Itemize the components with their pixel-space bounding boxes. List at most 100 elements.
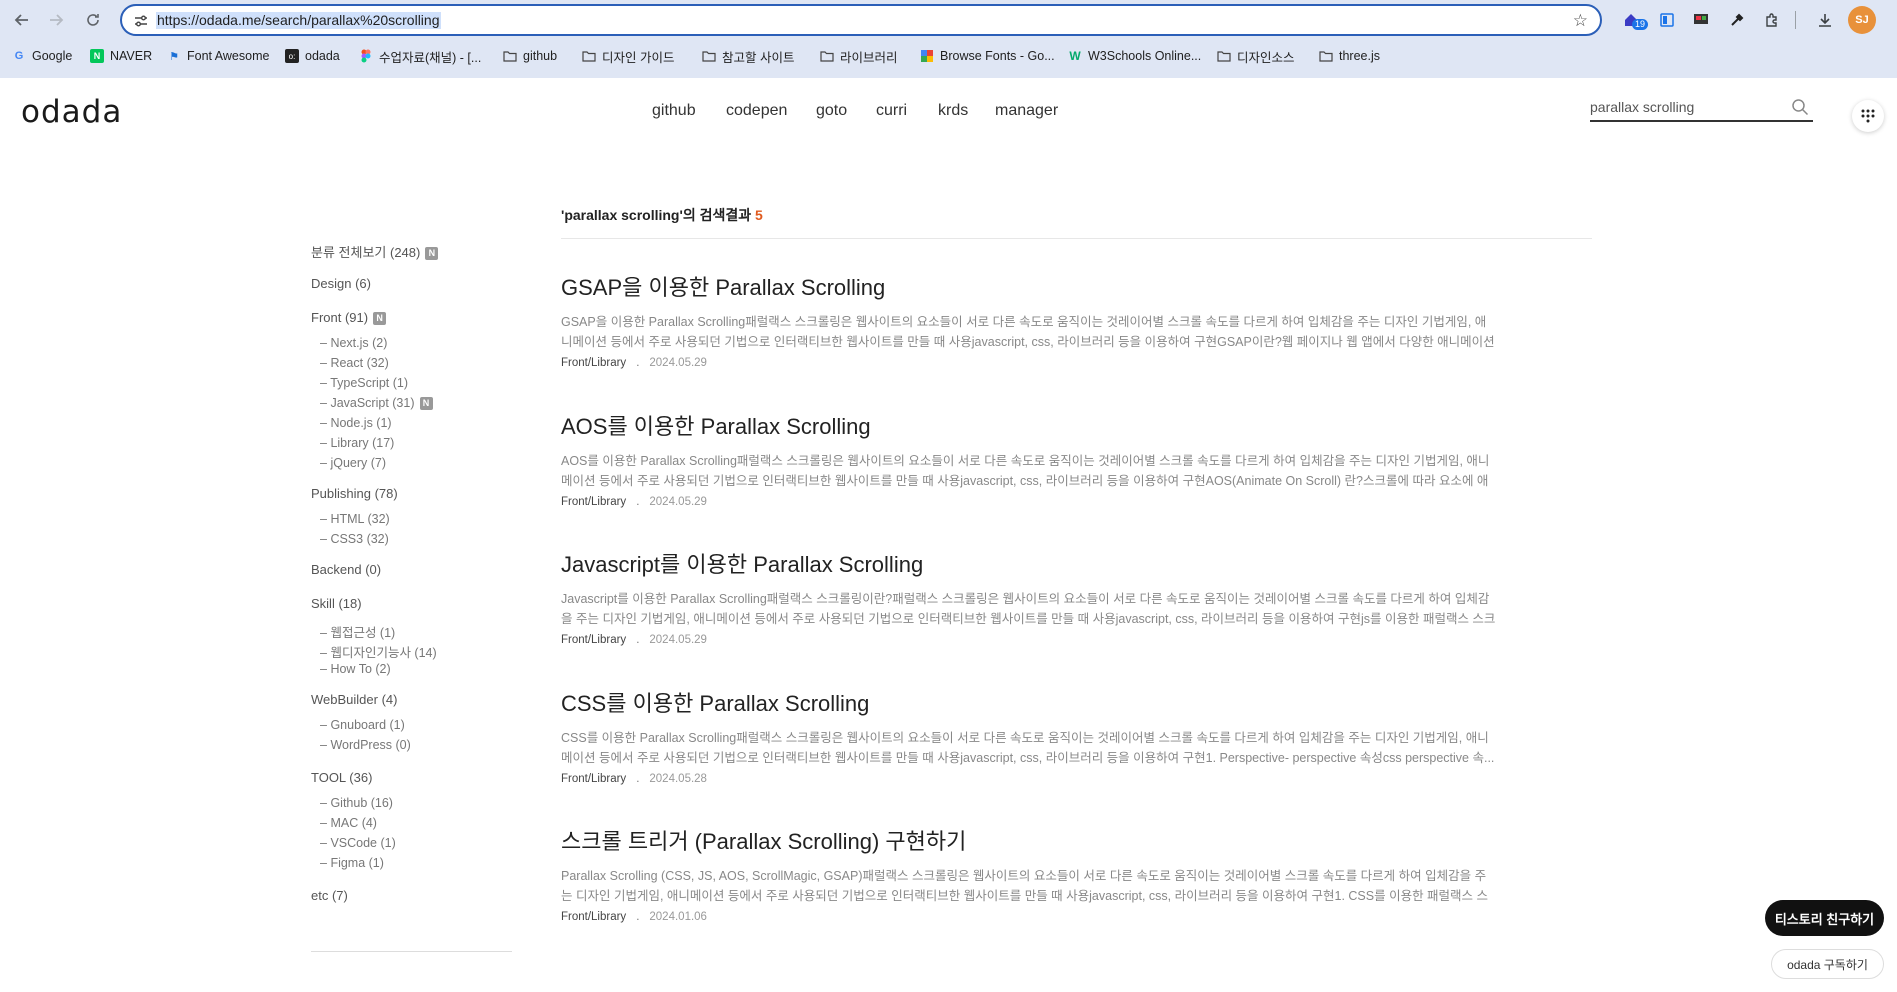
subcategory-jquery[interactable]: – jQuery (7) (320, 456, 386, 470)
bookmark-label: 디자인소스 (1237, 50, 1295, 65)
category-backend[interactable]: Backend (0) (311, 562, 381, 577)
post-title[interactable]: 스크롤 트리거 (Parallax Scrolling) 구현하기 (561, 828, 1496, 856)
profile-avatar[interactable]: SJ (1848, 6, 1876, 34)
subcategory-howto[interactable]: – How To (2) (320, 662, 391, 676)
subcategory-vscode[interactable]: – VSCode (1) (320, 836, 396, 850)
post-item[interactable]: 스크롤 트리거 (Parallax Scrolling) 구현하기 Parall… (561, 828, 1496, 923)
bookmark-folder-github[interactable]: github (503, 47, 557, 65)
subcategory-javascript[interactable]: – JavaScript (31) N (320, 396, 433, 411)
subcategory-wordpress[interactable]: – WordPress (0) (320, 738, 411, 752)
post-excerpt[interactable]: Javascript를 이용한 Parallax Scrolling패럴랙스 스… (561, 589, 1496, 629)
url-text[interactable]: https://odada.me/search/parallax%20scrol… (156, 12, 441, 29)
post-date: 2024.05.29 (649, 634, 707, 646)
post-category: Front/Library (561, 911, 627, 923)
post-category: Front/Library (561, 634, 627, 646)
post-title[interactable]: CSS를 이용한 Parallax Scrolling (561, 690, 1496, 718)
meta-dot: . (636, 911, 640, 923)
forward-button[interactable] (44, 8, 68, 32)
screen-capture-icon[interactable] (1690, 9, 1712, 31)
subcategory-label: jQuery (7) (330, 456, 387, 470)
bookmark-google-fonts[interactable]: Browse Fonts - Go... (920, 47, 1055, 65)
bookmark-odada[interactable]: o: odada (285, 47, 340, 65)
subcategory-gnuboard[interactable]: – Gnuboard (1) (320, 718, 405, 732)
extensions-puzzle-icon[interactable] (1761, 9, 1783, 31)
post-excerpt[interactable]: CSS를 이용한 Parallax Scrolling패럴랙스 스크롤링은 웹사… (561, 728, 1496, 768)
search-icon[interactable] (1791, 98, 1809, 116)
category-all[interactable]: 분류 전체보기 (248) N (311, 242, 439, 261)
post-item[interactable]: CSS를 이용한 Parallax Scrolling CSS를 이용한 Par… (561, 690, 1496, 785)
bookmark-star-icon[interactable]: ☆ (1573, 11, 1588, 31)
color-picker-icon[interactable] (1726, 9, 1748, 31)
post-title[interactable]: AOS를 이용한 Parallax Scrolling (561, 413, 1496, 441)
category-front[interactable]: Front (91) N (311, 310, 387, 326)
post-title[interactable]: Javascript를 이용한 Parallax Scrolling (561, 551, 1496, 579)
subcategory-typescript[interactable]: – TypeScript (1) (320, 376, 408, 390)
search-input[interactable] (1590, 96, 1780, 118)
meta-dot: . (636, 496, 640, 508)
subcategory-html[interactable]: – HTML (32) (320, 512, 390, 526)
subcategory-mac[interactable]: – MAC (4) (320, 816, 377, 830)
post-title[interactable]: GSAP을 이용한 Parallax Scrolling (561, 274, 1496, 302)
nav-codepen[interactable]: codepen (726, 102, 787, 120)
post-excerpt[interactable]: AOS를 이용한 Parallax Scrolling패럴랙스 스크롤링은 웹사… (561, 451, 1496, 491)
bookmark-folder-design-guide[interactable]: 디자인 가이드 (582, 47, 674, 65)
post-item[interactable]: Javascript를 이용한 Parallax Scrolling Javas… (561, 551, 1496, 646)
post-item[interactable]: AOS를 이용한 Parallax Scrolling AOS를 이용한 Par… (561, 413, 1496, 508)
subcategory-github[interactable]: – Github (16) (320, 796, 393, 810)
subcategory-web-design-cert[interactable]: – 웹디자인기능사 (14) (320, 642, 437, 661)
category-publishing[interactable]: Publishing (78) (311, 486, 398, 501)
bookmark-w3schools[interactable]: W W3Schools Online... (1068, 47, 1201, 65)
site-info-icon[interactable] (132, 12, 150, 30)
nav-goto[interactable]: goto (816, 102, 847, 120)
subcategory-label: MAC (4) (330, 816, 377, 830)
bookmark-label: 라이브러리 (840, 50, 898, 65)
nav-github[interactable]: github (652, 102, 696, 120)
post-meta: Front/Library . 2024.05.28 (561, 773, 1496, 785)
nav-manager[interactable]: manager (995, 102, 1058, 120)
bookmark-font-awesome[interactable]: ⚑ Font Awesome (167, 47, 269, 65)
post-meta: Front/Library . 2024.01.06 (561, 911, 1496, 923)
site-logo[interactable]: odada (21, 94, 122, 130)
naver-icon: N (90, 49, 104, 63)
browser-chrome: https://odada.me/search/parallax%20scrol… (0, 0, 1897, 78)
category-webbuilder[interactable]: WebBuilder (4) (311, 692, 397, 707)
subcategory-nodejs[interactable]: – Node.js (1) (320, 416, 392, 430)
bookmark-label: Browse Fonts - Go... (940, 49, 1055, 63)
category-design[interactable]: Design (6) (311, 276, 371, 291)
subcategory-figma[interactable]: – Figma (1) (320, 856, 384, 870)
category-skill[interactable]: Skill (18) (311, 596, 362, 611)
download-icon[interactable] (1814, 9, 1836, 31)
nav-curri[interactable]: curri (876, 102, 907, 120)
category-tool[interactable]: TOOL (36) (311, 770, 372, 785)
subcategory-react[interactable]: – React (32) (320, 356, 389, 370)
subcategory-nextjs[interactable]: – Next.js (2) (320, 336, 387, 350)
arrow-right-icon (50, 14, 64, 26)
tistory-friend-button[interactable]: 티스토리 친구하기 (1765, 900, 1884, 936)
bookmark-folder-reference[interactable]: 참고할 사이트 (702, 47, 794, 65)
subcategory-label: 웹디자인기능사 (14) (330, 646, 437, 660)
back-button[interactable] (10, 8, 34, 32)
subscribe-button[interactable]: odada 구독하기 (1771, 949, 1884, 979)
bookmark-folder-threejs[interactable]: three.js (1319, 47, 1380, 65)
nav-krds[interactable]: krds (938, 102, 968, 120)
bookmark-google[interactable]: G Google (12, 47, 73, 65)
subcategory-label: TypeScript (1) (330, 376, 409, 390)
subcategory-accessibility[interactable]: – 웹접근성 (1) (320, 622, 395, 641)
new-badge: N (425, 247, 439, 261)
bookmark-label: odada (305, 49, 340, 63)
subcategory-css3[interactable]: – CSS3 (32) (320, 532, 389, 546)
menu-button[interactable] (1852, 100, 1884, 132)
bookmark-naver[interactable]: N NAVER (90, 47, 152, 65)
extension-icon[interactable]: 19 (1620, 9, 1649, 31)
bookmark-class-materials[interactable]: 수업자료(채널) - [... (359, 47, 481, 65)
category-etc[interactable]: etc (7) (311, 888, 348, 903)
post-excerpt[interactable]: Parallax Scrolling (CSS, JS, AOS, Scroll… (561, 866, 1496, 906)
bookmark-folder-design-source[interactable]: 디자인소스 (1217, 47, 1295, 65)
subcategory-library[interactable]: – Library (17) (320, 436, 394, 450)
address-bar[interactable]: https://odada.me/search/parallax%20scrol… (120, 4, 1602, 36)
post-excerpt[interactable]: GSAP을 이용한 Parallax Scrolling패럴랙스 스크롤링은 웹… (561, 312, 1496, 352)
tab-search-icon[interactable] (1656, 9, 1678, 31)
bookmark-folder-library[interactable]: 라이브러리 (820, 47, 898, 65)
post-item[interactable]: GSAP을 이용한 Parallax Scrolling GSAP을 이용한 P… (561, 274, 1496, 369)
reload-button[interactable] (81, 8, 105, 32)
